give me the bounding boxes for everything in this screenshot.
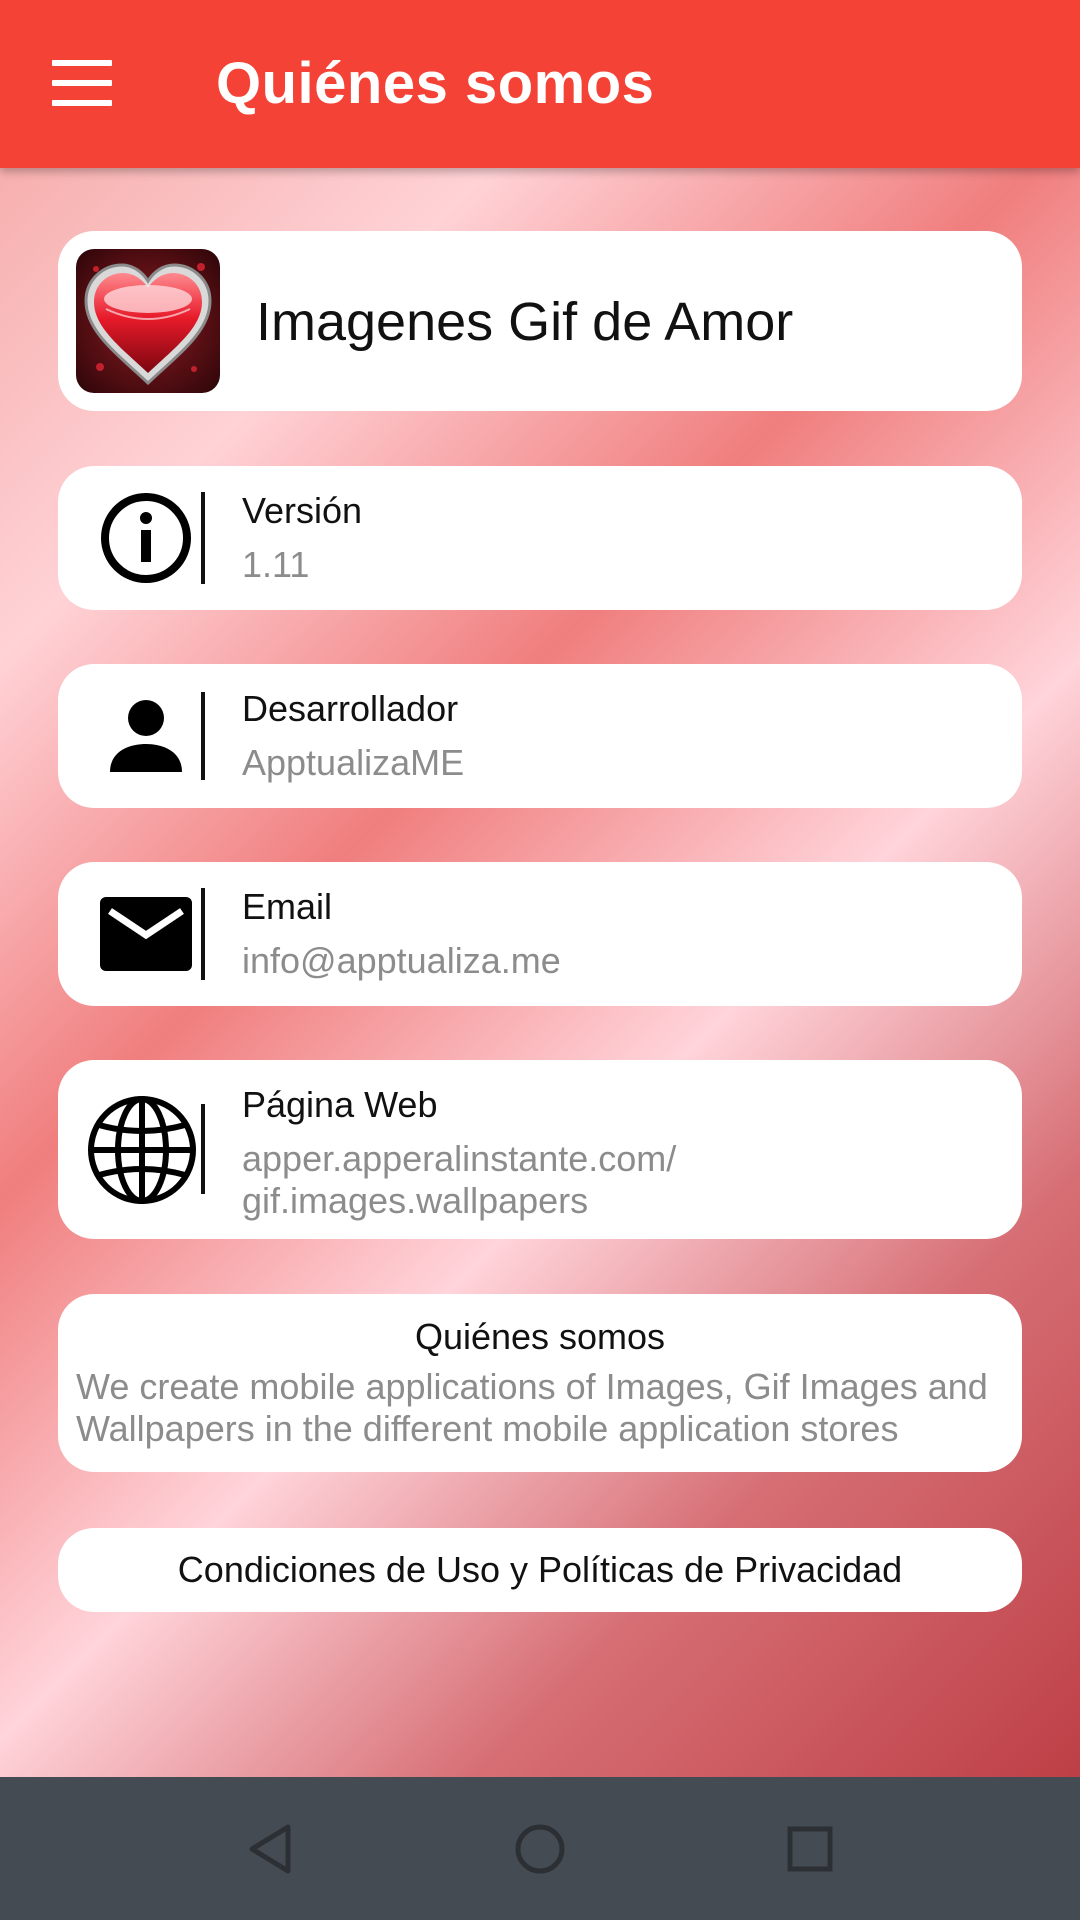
app-card: Imagenes Gif de Amor: [58, 231, 1022, 411]
email-card[interactable]: Email info@apptualiza.me: [58, 862, 1022, 1006]
version-value: 1.11: [242, 544, 310, 585]
terms-button[interactable]: Condiciones de Uso y Políticas de Privac…: [58, 1528, 1022, 1612]
email-label: Email: [242, 886, 333, 927]
divider: [201, 888, 205, 980]
about-text: We create mobile applications of Images,…: [76, 1366, 988, 1449]
developer-value: ApptualizaME: [242, 742, 465, 783]
version-card: Versión 1.11: [58, 466, 1022, 610]
website-value[interactable]: apper.apperalinstante.com/ gif.images.wa…: [242, 1138, 676, 1222]
hamburger-menu-icon[interactable]: [52, 60, 112, 106]
app-name: Imagenes Gif de Amor: [256, 292, 794, 352]
developer-card: Desarrollador ApptualizaME: [58, 664, 1022, 808]
website-value-line2: gif.images.wallpapers: [242, 1180, 589, 1221]
divider: [201, 1104, 205, 1194]
info-icon: [76, 466, 216, 610]
system-nav-bar: [0, 1777, 1080, 1920]
divider: [201, 692, 205, 780]
email-value[interactable]: info@apptualiza.me: [242, 940, 561, 982]
heart-app-icon: [76, 249, 220, 393]
developer-label: Desarrollador: [242, 688, 459, 729]
about-card: Quiénes somos We create mobile applicati…: [58, 1294, 1022, 1472]
back-triangle-icon[interactable]: [230, 1813, 310, 1885]
page-title: Quiénes somos: [216, 51, 655, 116]
website-value-line1: apper.apperalinstante.com/: [242, 1138, 677, 1179]
person-icon: [76, 664, 216, 808]
website-card[interactable]: Página Web apper.apperalinstante.com/ gi…: [58, 1060, 1022, 1239]
home-circle-icon[interactable]: [500, 1813, 580, 1885]
version-label: Versión: [242, 490, 363, 531]
divider: [201, 492, 205, 584]
website-label: Página Web: [242, 1084, 438, 1125]
mail-icon: [76, 862, 216, 1006]
globe-icon: [72, 1060, 212, 1239]
app-bar: Quiénes somos: [0, 0, 1080, 168]
recents-square-icon[interactable]: [770, 1813, 850, 1885]
about-title: Quiénes somos: [414, 1316, 666, 1357]
